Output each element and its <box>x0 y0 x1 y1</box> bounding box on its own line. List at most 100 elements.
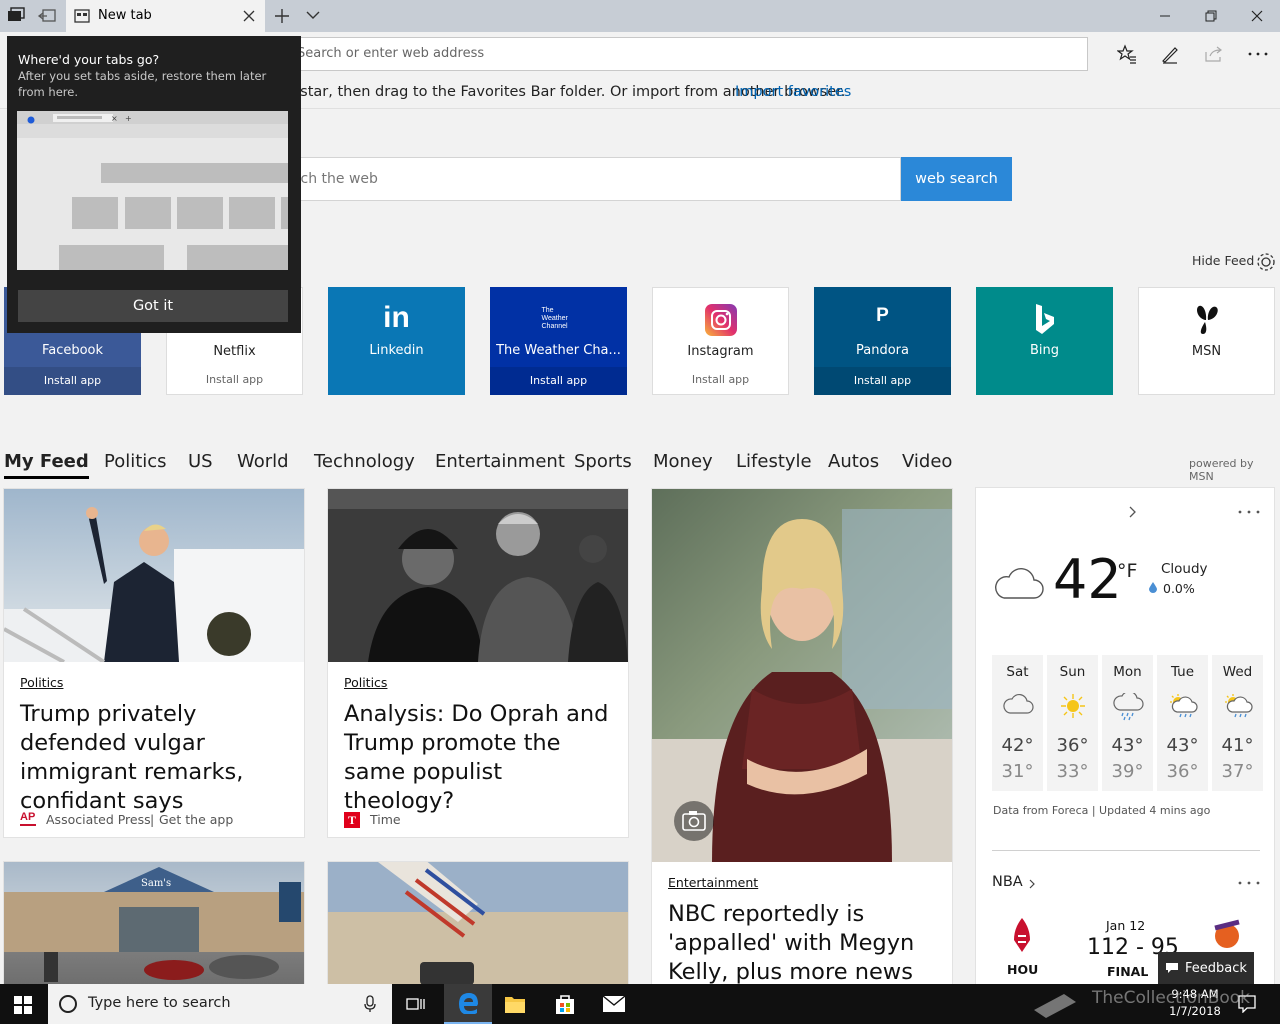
nba-more-icon[interactable] <box>1238 881 1260 885</box>
tab-strip: New tab <box>0 0 1280 32</box>
tab-money[interactable]: Money <box>653 451 713 472</box>
forecast-low: 33° <box>1056 761 1089 782</box>
forecast-day-name: Mon <box>1113 664 1142 680</box>
card-headline[interactable]: NBC reportedly is 'appalled' with Megyn … <box>668 900 942 987</box>
favorites-hub-icon[interactable] <box>1117 44 1137 64</box>
tab-technology[interactable]: Technology <box>314 451 415 472</box>
news-card-oprah[interactable]: Politics Analysis: Do Oprah and Trump pr… <box>327 488 629 838</box>
hide-feed-link[interactable]: Hide Feed <box>1192 253 1254 268</box>
news-card-sams-club[interactable]: Sam's <box>3 861 305 991</box>
tab-us[interactable]: US <box>188 451 213 472</box>
tile-label: Linkedin <box>369 343 424 358</box>
address-bar[interactable]: Search or enter web address <box>192 37 1088 71</box>
tab-lifestyle[interactable]: Lifestyle <box>736 451 812 472</box>
close-window-icon[interactable] <box>1234 0 1280 32</box>
weather-attribution[interactable]: Data from Foreca | Updated 4 mins ago <box>993 804 1210 817</box>
tab-title: New tab <box>98 8 152 23</box>
card-headline[interactable]: Analysis: Do Oprah and Trump promote the… <box>344 700 618 816</box>
tile-label: MSN <box>1191 344 1222 359</box>
svg-text:Sam's: Sam's <box>141 878 171 889</box>
share-icon[interactable] <box>1204 44 1224 64</box>
card-headline[interactable]: Trump privately defended vulgar immigran… <box>20 700 294 816</box>
news-photo <box>4 489 304 662</box>
install-app-link[interactable]: Install app <box>814 367 951 395</box>
flyout-title: Where'd your tabs go? <box>18 52 160 67</box>
tab-page-icon <box>74 9 90 23</box>
news-card-trump[interactable]: Politics Trump privately defended vulgar… <box>3 488 305 838</box>
mail-icon[interactable] <box>602 995 626 1013</box>
tile-weather-channel[interactable]: The Weather Channel The Weather Cha... I… <box>490 287 627 395</box>
nba-chevron-icon[interactable] <box>1028 878 1036 890</box>
tile-bing[interactable]: Bing <box>976 287 1113 395</box>
powered-by-msn: powered by MSN <box>1189 457 1254 483</box>
nba-label[interactable]: NBA <box>992 874 1023 890</box>
tab-autos[interactable]: Autos <box>828 451 879 472</box>
microphone-icon[interactable] <box>364 995 376 1013</box>
tab-my-feed[interactable]: My Feed <box>4 451 89 479</box>
install-app-link[interactable]: Install app <box>4 367 141 395</box>
tab-entertainment[interactable]: Entertainment <box>435 451 565 472</box>
svg-text:+: + <box>125 114 132 123</box>
file-explorer-icon[interactable] <box>504 994 526 1014</box>
weather-more-icon[interactable] <box>1238 510 1260 514</box>
tile-linkedin[interactable]: in Linkedin <box>328 287 465 395</box>
forecast-day-name: Sat <box>1006 664 1029 680</box>
get-the-app-link[interactable]: Get the app <box>159 812 233 827</box>
close-tab-icon[interactable] <box>242 9 256 23</box>
card-category[interactable]: Politics <box>20 675 63 690</box>
time-logo-icon: T <box>344 812 360 828</box>
forecast-day[interactable]: Mon 43° 39° <box>1102 655 1153 791</box>
temperature-unit[interactable]: °F <box>1117 560 1137 582</box>
tab-sports[interactable]: Sports <box>574 451 632 472</box>
forecast-day[interactable]: Sat 42° 31° <box>992 655 1043 791</box>
import-favorites-link[interactable]: Import favorites <box>735 84 851 100</box>
card-category[interactable]: Politics <box>344 675 387 690</box>
task-view-icon[interactable] <box>406 995 426 1013</box>
forecast-low: 37° <box>1221 761 1254 782</box>
tab-preview-chevron-icon[interactable] <box>306 10 320 20</box>
forecast-low: 36° <box>1166 761 1199 782</box>
news-photo <box>328 489 628 662</box>
instagram-icon <box>704 304 737 336</box>
tile-instagram[interactable]: Instagram Install app <box>652 287 789 395</box>
forecast-day[interactable]: Sun 36° 33° <box>1047 655 1098 791</box>
more-menu-icon[interactable] <box>1248 52 1268 56</box>
install-app-link[interactable]: Install app <box>653 366 788 394</box>
feedback-button[interactable]: Feedback <box>1158 952 1254 984</box>
install-app-link[interactable]: Install app <box>490 367 627 395</box>
tile-pandora[interactable]: P Pandora Install app <box>814 287 951 395</box>
news-card-megyn-kelly[interactable]: Entertainment NBC reportedly is 'appalle… <box>651 488 953 988</box>
photo-gallery-icon[interactable] <box>674 801 714 841</box>
taskbar-search-box[interactable]: Type here to search <box>48 984 392 1024</box>
tile-msn[interactable]: MSN <box>1138 287 1275 395</box>
settings-gear-icon[interactable] <box>1255 251 1277 273</box>
edge-taskbar-button[interactable] <box>444 984 492 1024</box>
web-note-pen-icon[interactable] <box>1160 44 1180 64</box>
store-icon[interactable] <box>554 993 576 1015</box>
tabs-aside-icon[interactable] <box>6 7 26 25</box>
msn-butterfly-icon <box>1193 304 1221 336</box>
forecast-day[interactable]: Wed 41° 37° <box>1212 655 1263 791</box>
new-tab-icon[interactable] <box>274 8 290 24</box>
install-app-link[interactable]: Install app <box>167 366 302 394</box>
forecast-day[interactable]: Tue 43° 36° <box>1157 655 1208 791</box>
chevron-right-icon[interactable] <box>1128 505 1138 519</box>
tab-politics[interactable]: Politics <box>104 451 167 472</box>
svg-text:×: × <box>111 114 118 123</box>
news-card-gavel[interactable] <box>327 861 629 991</box>
web-search-input[interactable]: Search the web <box>290 157 901 201</box>
minimize-icon[interactable] <box>1142 0 1188 32</box>
card-category[interactable]: Entertainment <box>668 875 758 890</box>
set-tabs-aside-icon[interactable] <box>37 7 57 25</box>
forecast-high: 42° <box>1001 735 1034 756</box>
tab-video[interactable]: Video <box>902 451 952 472</box>
web-search-button[interactable]: web search <box>901 157 1012 201</box>
windows-start-icon[interactable] <box>14 996 32 1014</box>
tab-new-tab[interactable]: New tab <box>66 0 266 32</box>
watermark-logo-icon <box>1030 990 1082 1020</box>
rockets-logo-icon <box>1006 916 1038 954</box>
restore-icon[interactable] <box>1188 0 1234 32</box>
got-it-button[interactable]: Got it <box>18 290 288 322</box>
tab-world[interactable]: World <box>237 451 289 472</box>
flyout-subtitle: After you set tabs aside, restore them l… <box>18 69 267 99</box>
